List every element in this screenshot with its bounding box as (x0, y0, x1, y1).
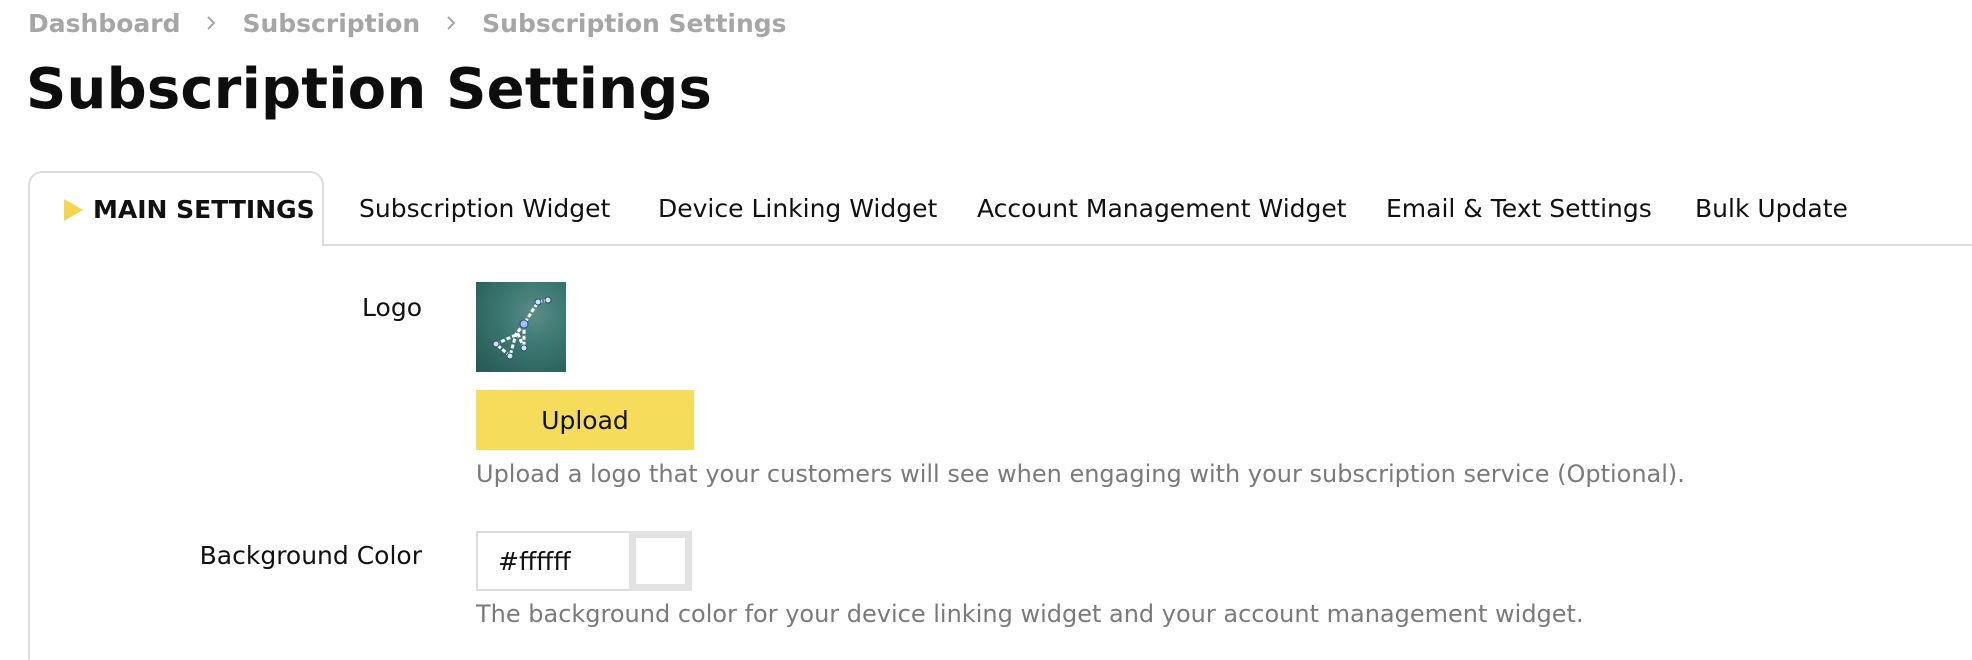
background-color-label: Background Color (199, 541, 422, 570)
triangle-right-icon (64, 198, 83, 221)
tab-label: Email & Text Settings (1386, 194, 1652, 223)
tab-label: Bulk Update (1695, 194, 1848, 223)
settings-tabs: MAIN SETTINGS Subscription Widget Device… (28, 171, 1972, 246)
tab-subscription-widget[interactable]: Subscription Widget (359, 171, 610, 246)
upload-button[interactable]: Upload (476, 390, 694, 450)
breadcrumb-dashboard[interactable]: Dashboard (28, 9, 180, 38)
tab-bulk-update[interactable]: Bulk Update (1695, 171, 1848, 246)
background-color-help-text: The background color for your device lin… (476, 600, 1584, 628)
breadcrumb: Dashboard Subscription Subscription Sett… (28, 6, 787, 40)
logo-label: Logo (362, 293, 422, 322)
logo-image (476, 282, 566, 372)
tab-email-text-settings[interactable]: Email & Text Settings (1386, 171, 1652, 246)
tab-label: Subscription Widget (359, 194, 611, 223)
breadcrumb-subscription[interactable]: Subscription (242, 9, 420, 38)
background-color-swatch[interactable] (629, 531, 692, 591)
constellation-logo-icon (492, 296, 552, 360)
tab-label: Account Management Widget (977, 194, 1347, 223)
background-color-input[interactable] (476, 531, 631, 591)
chevron-right-icon (207, 16, 216, 30)
tab-label: Device Linking Widget (658, 194, 938, 223)
logo-help-text: Upload a logo that your customers will s… (476, 460, 1685, 488)
tab-label: MAIN SETTINGS (93, 195, 315, 224)
tab-device-linking-widget[interactable]: Device Linking Widget (658, 171, 937, 246)
page-title: Subscription Settings (26, 57, 713, 122)
panel-border (28, 244, 30, 660)
tab-main-settings[interactable]: MAIN SETTINGS (28, 171, 324, 246)
breadcrumb-subscription-settings: Subscription Settings (482, 8, 787, 38)
chevron-right-icon (447, 16, 456, 30)
tab-account-management-widget[interactable]: Account Management Widget (977, 171, 1347, 246)
